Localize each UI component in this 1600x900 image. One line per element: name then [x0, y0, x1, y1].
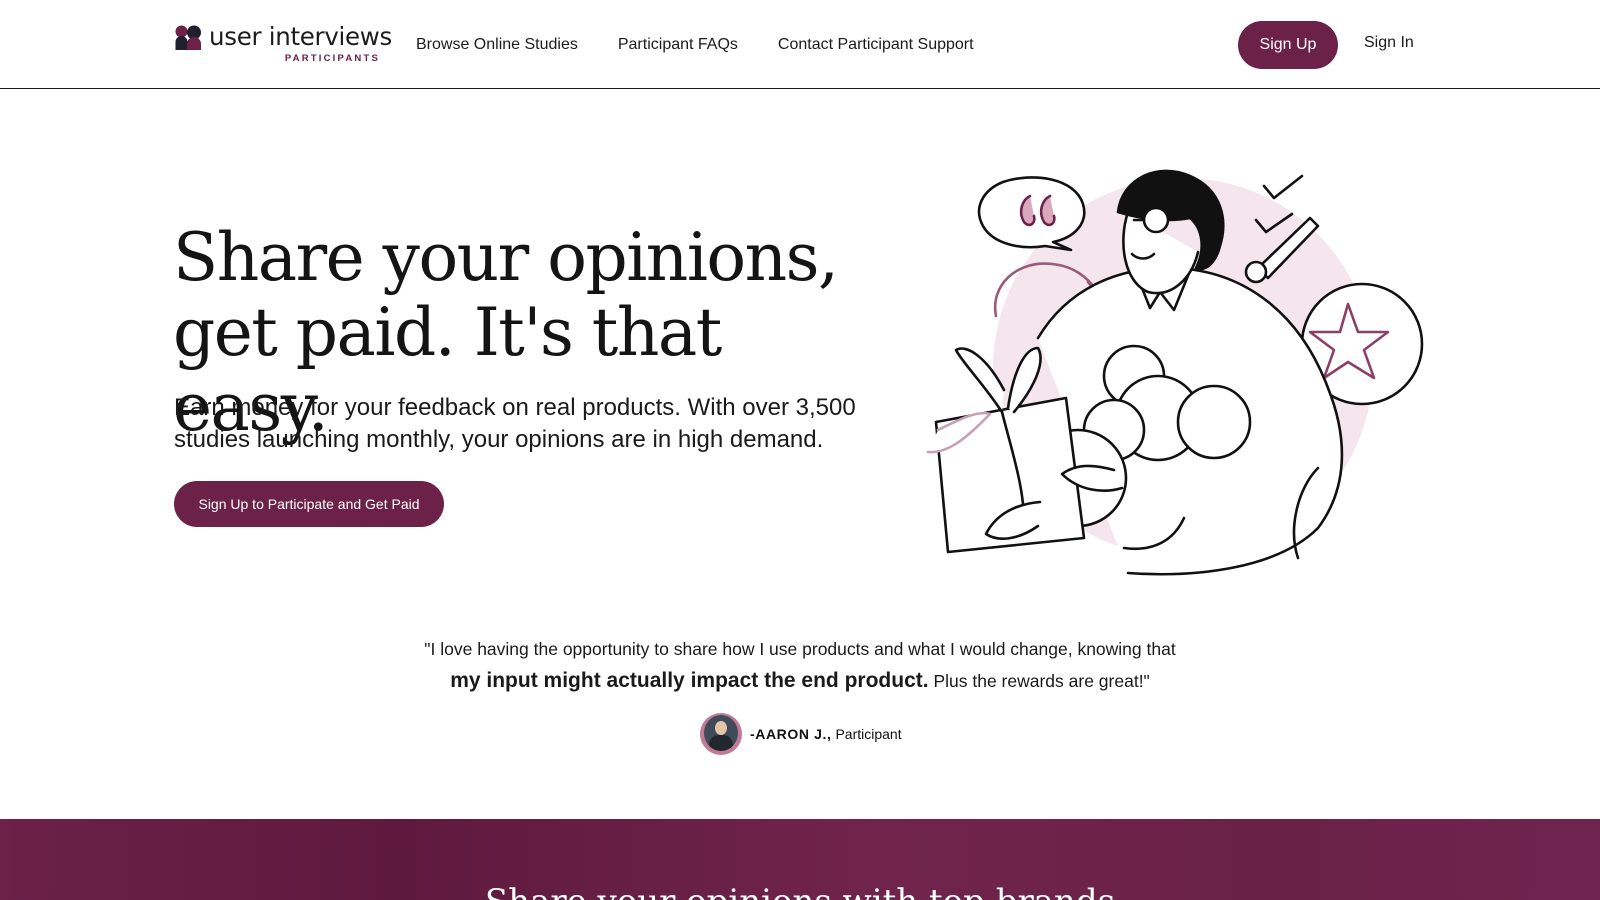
nav-contact-participant-support[interactable]: Contact Participant Support — [778, 36, 974, 54]
hero-title-line-1: Share your opinions, — [173, 219, 839, 296]
testimonial-role: Participant — [835, 726, 902, 742]
logo-icon — [175, 25, 201, 50]
testimonial-attribution: -AARON J., Participant — [700, 713, 902, 755]
testimonial-quote: "I love having the opportunity to share … — [300, 636, 1300, 694]
avatar-body — [709, 735, 733, 751]
signup-button[interactable]: Sign Up — [1238, 21, 1338, 69]
nav-participant-faqs[interactable]: Participant FAQs — [618, 36, 738, 54]
testimonial-line-1: "I love having the opportunity to share … — [424, 639, 1176, 659]
testimonial-line-2: my input might actually impact the end p… — [300, 668, 1300, 694]
hero-subtitle: Earn money for your feedback on real pro… — [174, 394, 856, 453]
hero-signup-cta-button[interactable]: Sign Up to Participate and Get Paid — [174, 481, 444, 527]
logo-tagline: PARTICIPANTS — [284, 53, 380, 64]
avatar-head — [715, 721, 727, 735]
nav-browse-online-studies[interactable]: Browse Online Studies — [416, 36, 578, 54]
avatar-photo — [704, 715, 738, 751]
testimonial-highlight: my input might actually impact the end p… — [450, 669, 929, 692]
testimonial-author: -AARON J., — [750, 726, 832, 742]
brands-section-title: Share your opinions with top brands — [0, 882, 1600, 900]
person-with-gift-illustration — [926, 169, 1424, 576]
testimonial-line-2-rest: Plus the rewards are great!" — [928, 671, 1150, 691]
brand-logo[interactable]: user interviews PARTICIPANTS — [175, 22, 392, 66]
logo-wordmark: user interviews — [209, 22, 392, 51]
brands-section: Share your opinions with top brands — [0, 819, 1600, 900]
avatar — [700, 713, 742, 755]
signin-link[interactable]: Sign In — [1364, 34, 1414, 52]
main-nav: Browse Online Studies Participant FAQs C… — [416, 0, 974, 89]
site-header: user interviews PARTICIPANTS Browse Onli… — [0, 0, 1600, 89]
